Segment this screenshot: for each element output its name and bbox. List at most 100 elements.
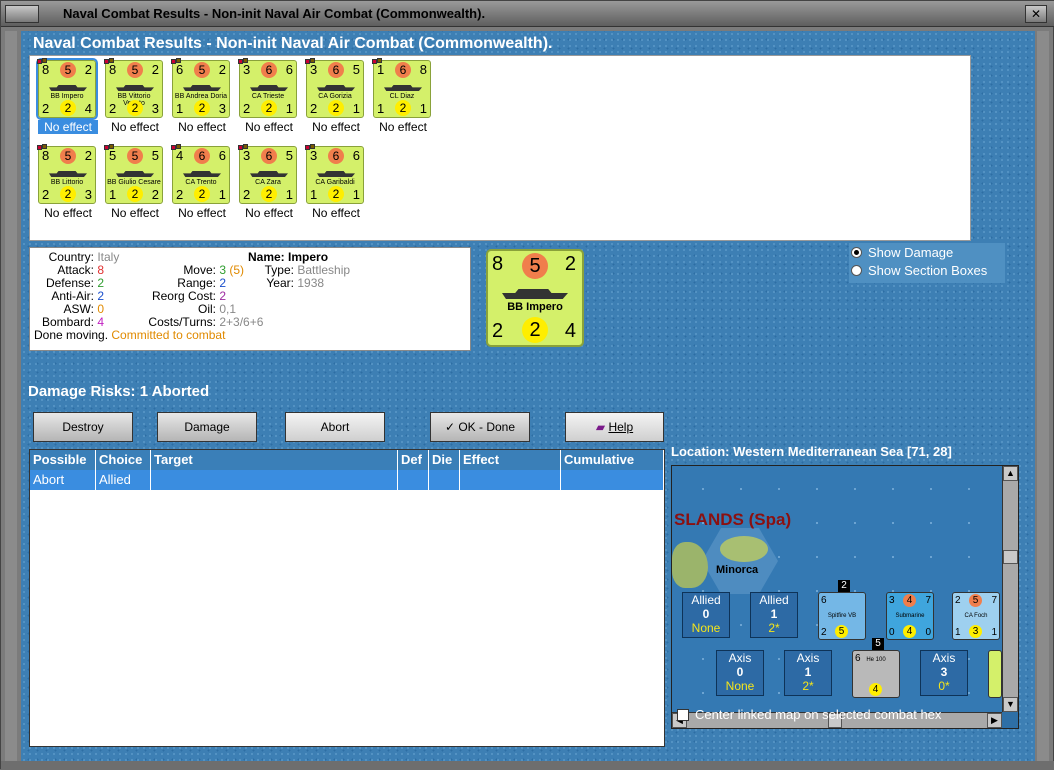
unit-counter[interactable]: 6 5 2 BB Andrea Doria 1 2 3 No effect — [171, 58, 232, 134]
counter-move: 2 — [84, 62, 92, 77]
close-button[interactable]: ✕ — [1025, 5, 1047, 23]
center-map-label: Center linked map on selected combat hex — [695, 707, 942, 722]
table-row[interactable]: Abort Allied — [30, 470, 664, 490]
col-header[interactable]: Cumulative — [561, 450, 664, 470]
map-vertical-scrollbar[interactable]: ▲ ▼ — [1002, 466, 1018, 712]
help-button[interactable]: ▰ Help — [565, 412, 664, 442]
counter-aa: 2 — [109, 101, 117, 116]
show-section-boxes-radio[interactable]: Show Section Boxes — [849, 261, 1005, 279]
counter-value: 4 — [903, 594, 916, 607]
title-bar[interactable]: Naval Combat Results - Non-init Naval Ai… — [1, 1, 1054, 27]
map-counter-spitfire[interactable]: 6 Spitfire VB 2 5 — [818, 592, 866, 640]
unit-counter[interactable]: 1 6 8 CL Diaz 1 2 1 No effect — [372, 58, 433, 134]
ship-icon — [250, 171, 288, 177]
col-header[interactable]: Effect — [460, 450, 561, 470]
scroll-thumb[interactable] — [1003, 550, 1018, 564]
destroy-button[interactable]: Destroy — [33, 412, 133, 442]
info-costs: 2+3/6+6 — [219, 315, 264, 329]
map-counter-partial[interactable] — [988, 650, 1002, 698]
ship-icon — [49, 85, 87, 91]
unit-counter[interactable]: 852BB Vittorio Veneto223 No effect — [104, 58, 165, 134]
col-header[interactable]: Possible — [30, 450, 96, 470]
radio-label: Show Damage — [868, 244, 954, 260]
counter-move: 2 — [564, 253, 576, 275]
col-header[interactable]: Target — [151, 450, 398, 470]
radio-selected-icon — [851, 246, 862, 258]
cell-effect — [460, 470, 561, 490]
map-counter-submarine[interactable]: 3 4 7 Submarine 0 4 0 — [886, 592, 934, 640]
col-header[interactable]: Choice — [96, 450, 151, 470]
axis-box[interactable]: Axis 1 2* — [784, 650, 832, 696]
counter-move: 2 — [84, 148, 92, 163]
unit-counter[interactable]: 3 6 5 CA Gorizia 2 2 1 No effect — [305, 58, 366, 134]
counter-bombard: 1 — [218, 187, 226, 202]
axis-box[interactable]: Axis 0 None — [716, 650, 764, 696]
battleship-icon — [502, 289, 568, 299]
scroll-down-icon[interactable]: ▼ — [1003, 697, 1018, 712]
counter-value: 3 — [969, 625, 982, 638]
counter-face: 3 6 6 CA Garibaldi 1 2 1 — [305, 144, 364, 204]
island-mallorca — [672, 542, 708, 588]
counter-range: 2 — [328, 186, 344, 202]
unit-effect: No effect — [111, 206, 159, 220]
ship-icon — [317, 85, 355, 91]
counter-face: 4 6 6 CA Trento 2 2 1 — [171, 144, 230, 204]
radio-label: Show Section Boxes — [868, 262, 988, 278]
unit-counter[interactable]: 3 6 5 CA Zara 2 2 1 No effect — [238, 144, 299, 220]
counter-name: Submarine — [895, 613, 925, 619]
info-defense: 2 — [97, 276, 105, 290]
counter-range: 2 — [60, 100, 76, 116]
counter-defense: 5 — [194, 62, 210, 78]
col-header[interactable]: Def — [398, 450, 429, 470]
unit-counter[interactable]: 8 5 2 BB Impero 2 2 4 No effect — [36, 58, 98, 134]
counter-value: 4 — [869, 683, 882, 696]
unit-counter[interactable]: 3 6 6 CA Trieste 2 2 1 No effect — [238, 58, 299, 134]
unit-counter[interactable]: 5 5 5 BB Giulio Cesare 1 2 2 No effect — [104, 144, 165, 220]
info-status-label: Done moving. — [34, 328, 109, 342]
counter-defense: 5 — [127, 62, 143, 78]
map-counter-ca-foch[interactable]: 2 5 7 CA Foch 1 3 1 — [952, 592, 1000, 640]
box-label: Axis — [932, 651, 956, 665]
scroll-right-icon[interactable]: ▶ — [987, 713, 1002, 728]
unit-counter[interactable]: 8 5 2 BB Littorio 2 2 3 No effect — [37, 144, 98, 220]
allied-box[interactable]: Allied 1 2* — [750, 592, 798, 638]
box-value: 1 — [770, 607, 778, 621]
system-menu-button[interactable] — [5, 5, 39, 23]
counter-aa: 1 — [377, 101, 385, 116]
scroll-up-icon[interactable]: ▲ — [1003, 466, 1018, 481]
unit-list: 852BB Impero224No effect852BB Vittorio V… — [29, 55, 971, 241]
unit-counter[interactable]: 4 6 6 CA Trento 2 2 1 No effect — [171, 144, 232, 220]
allied-box[interactable]: Allied 0 None — [682, 592, 730, 638]
counter-bombard: 4 — [564, 320, 576, 342]
counter-range: 2 — [395, 100, 411, 116]
cell-die — [429, 470, 460, 490]
counter-value: 1 — [991, 627, 997, 638]
abort-button[interactable]: Abort — [285, 412, 385, 442]
unit-counter[interactable]: 3 6 6 CA Garibaldi 1 2 1 No effect — [305, 144, 366, 220]
cell-target — [151, 470, 398, 490]
counter-value: 7 — [991, 595, 997, 606]
box-label: Axis — [728, 651, 752, 665]
counter-defense: 6 — [328, 148, 344, 164]
center-map-checkbox[interactable]: Center linked map on selected combat hex — [677, 707, 941, 722]
map-counter-he100[interactable]: 6 He 100 4 — [852, 650, 900, 698]
show-damage-radio[interactable]: Show Damage — [849, 243, 1005, 261]
axis-box[interactable]: Axis 3 0* — [920, 650, 968, 696]
counter-aa: 2 — [42, 187, 50, 202]
unit-effect: No effect — [178, 206, 226, 220]
info-reorg: 2 — [219, 289, 227, 303]
box-sub: 2* — [768, 621, 780, 635]
box-value: 3 — [940, 665, 948, 679]
col-header[interactable]: Die — [429, 450, 460, 470]
unit-effect: No effect — [245, 120, 293, 134]
info-label: Type: — [264, 263, 294, 277]
counter-defense: 6 — [328, 62, 344, 78]
ok-done-button[interactable]: ✓ OK - Done — [430, 412, 530, 442]
counter-move: 2 — [218, 62, 226, 77]
map-view[interactable]: SLANDS (Spa) Minorca Allied 0 None Allie… — [672, 466, 1002, 712]
counter-value: 5 — [969, 594, 982, 607]
linked-map[interactable]: SLANDS (Spa) Minorca Allied 0 None Allie… — [671, 465, 1019, 729]
main-panel: Naval Combat Results - Non-init Naval Ai… — [21, 31, 1035, 761]
damage-button[interactable]: Damage — [157, 412, 257, 442]
counter-range: 2 — [60, 186, 76, 202]
